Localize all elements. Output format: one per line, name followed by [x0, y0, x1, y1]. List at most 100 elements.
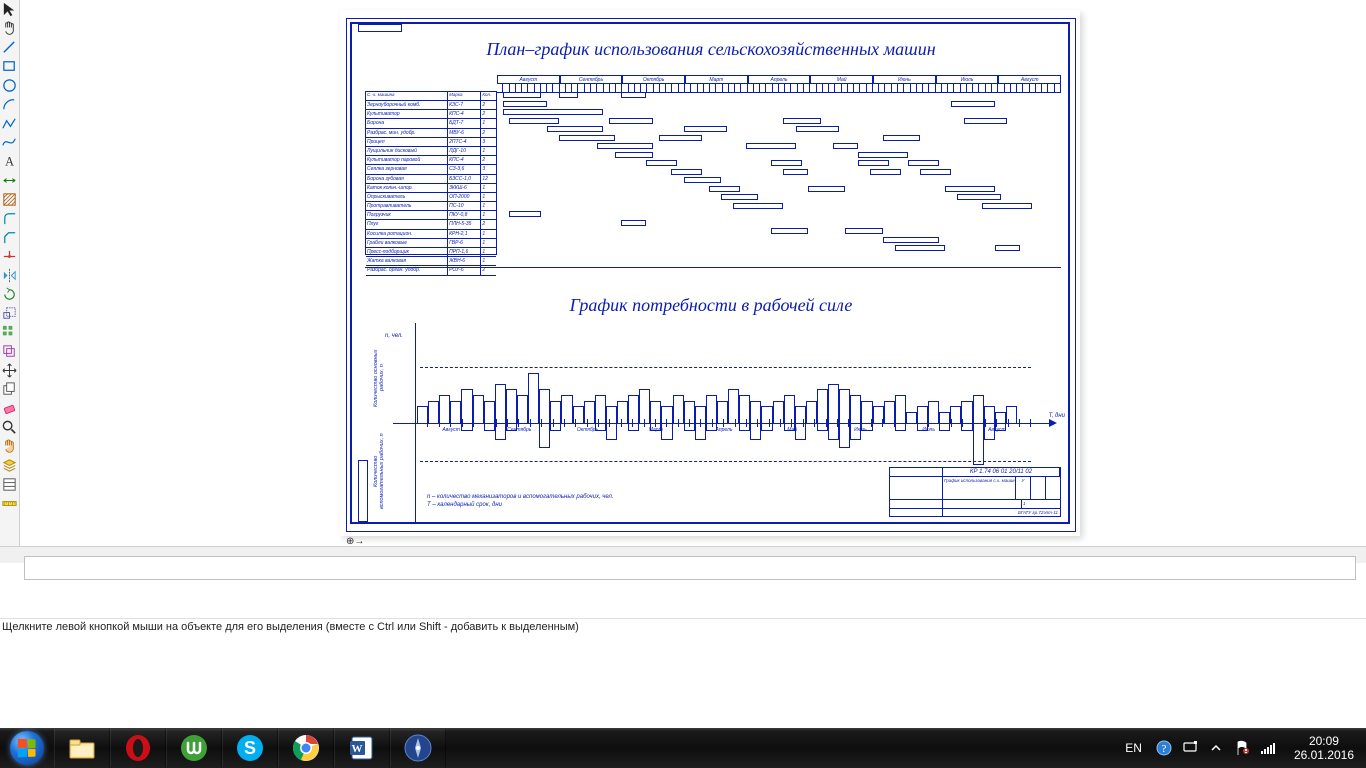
gantt-bar	[597, 143, 653, 149]
text-tool[interactable]: A	[0, 152, 18, 170]
gantt-bar	[509, 118, 559, 124]
taskbar-clock[interactable]: 20:0926.01.2016	[1286, 734, 1362, 762]
y-unit-label: n, чел.	[385, 333, 403, 339]
spline-tool[interactable]	[0, 133, 18, 151]
table-row: Лущильник дисковыйЛДГ-101	[366, 147, 496, 156]
gantt-bar	[771, 160, 802, 166]
gantt-bar	[957, 194, 1001, 200]
zoom-tool[interactable]	[0, 418, 18, 436]
gantt-bar	[771, 228, 808, 234]
gantt-bar	[982, 203, 1032, 209]
polyline-tool[interactable]	[0, 114, 18, 132]
chamfer-tool[interactable]	[0, 228, 18, 246]
x-axis-label: T, дни	[1049, 413, 1065, 419]
chart-legend: n – количество механизаторов и вспомогат…	[427, 493, 614, 509]
help-icon[interactable]: ?	[1156, 740, 1172, 756]
taskbar-skype[interactable]: S	[222, 729, 278, 767]
rotate-tool[interactable]	[0, 285, 18, 303]
table-row: Пресс-подборщикПРП-1,61	[366, 248, 496, 257]
move-tool[interactable]	[0, 361, 18, 379]
chevron-up-icon[interactable]	[1208, 740, 1224, 756]
gantt-bar	[609, 118, 653, 124]
trim-tool[interactable]	[0, 247, 18, 265]
gantt-bar	[684, 126, 728, 132]
status-bar: Щелкните левой кнопкой мыши на объекте д…	[0, 618, 1366, 635]
svg-text:W: W	[352, 743, 363, 755]
y-axis-label-up: Количество основных рабочих, n	[373, 343, 383, 413]
erase-tool[interactable]	[0, 399, 18, 417]
table-row: БоронаБДТ-71	[366, 119, 496, 128]
gantt-bar	[615, 152, 652, 158]
layers-tool[interactable]	[0, 456, 18, 474]
table-row: Культиватор паровойКПС-42	[366, 156, 496, 165]
taskbar-chrome[interactable]	[278, 729, 334, 767]
taskbar-explorer[interactable]	[54, 729, 110, 767]
table-row: ПогрузчикПКУ-0,81	[366, 211, 496, 220]
start-button[interactable]	[0, 728, 54, 768]
circle-tool[interactable]	[0, 76, 18, 94]
gantt-bar	[845, 228, 882, 234]
gantt-bar	[709, 186, 740, 192]
pan-tool[interactable]	[0, 437, 18, 455]
table-row: Борона зубоваяБЗСС-1,012	[366, 175, 496, 184]
table-row: Разбрас. мин. удобр.МВУ-62	[366, 129, 496, 138]
svg-text:S: S	[244, 738, 256, 758]
hatch-tool[interactable]	[0, 190, 18, 208]
gantt-bar	[547, 126, 603, 132]
gantt-bar	[503, 92, 540, 98]
gantt-chart: АвгустСентябрьОктябрьМартАпрельМайИюньИю…	[365, 91, 1061, 261]
table-row: ОпрыскивательОП-20001	[366, 193, 496, 202]
gantt-bar	[733, 203, 783, 209]
props-tool[interactable]	[0, 475, 18, 493]
network-icon[interactable]	[1260, 740, 1276, 756]
taskbar: S W EN ? 20:0926.01.2016	[0, 728, 1366, 768]
gantt-bar	[796, 126, 840, 132]
gantt-bar	[503, 101, 547, 107]
left-toolbar: A	[0, 0, 20, 546]
cursor-tool[interactable]	[0, 0, 18, 18]
gantt-bar	[808, 186, 845, 192]
taskbar-opera[interactable]	[110, 729, 166, 767]
language-indicator[interactable]: EN	[1121, 741, 1146, 755]
taskbar-word[interactable]: W	[334, 729, 390, 767]
table-row: Прицеп2ПТС-43	[366, 138, 496, 147]
taskbar-utorrent[interactable]	[166, 729, 222, 767]
offset-tool[interactable]	[0, 342, 18, 360]
title-block: КР 1.74 06 01 20/11 02 График использова…	[889, 467, 1061, 517]
gantt-bar	[671, 169, 702, 175]
gantt-bar	[920, 169, 951, 175]
svg-text:A: A	[5, 154, 14, 168]
measure-tool[interactable]	[0, 494, 18, 512]
gantt-bar	[646, 160, 677, 166]
action-center-icon[interactable]	[1182, 740, 1198, 756]
gantt-bar	[908, 160, 939, 166]
taskbar-kompas[interactable]	[390, 729, 446, 767]
drawing-canvas[interactable]: План–график использования сельскохозяйст…	[20, 0, 1366, 546]
mirror-tool[interactable]	[0, 266, 18, 284]
copy-tool[interactable]	[0, 380, 18, 398]
dimension-tool[interactable]	[0, 171, 18, 189]
rectangle-tool[interactable]	[0, 57, 18, 75]
hand-tool[interactable]	[0, 19, 18, 37]
gantt-bar	[721, 194, 758, 200]
gantt-bar	[503, 109, 603, 115]
gantt-bar	[895, 245, 945, 251]
line-tool[interactable]	[0, 38, 18, 56]
scale-tool[interactable]	[0, 304, 18, 322]
gantt-bar	[883, 135, 920, 141]
gantt-bar	[883, 237, 939, 243]
gantt-bar	[621, 92, 646, 98]
command-input[interactable]	[24, 556, 1356, 580]
fillet-tool[interactable]	[0, 209, 18, 227]
chart-title-2: График потребности в рабочей силе	[347, 295, 1075, 316]
flag-icon[interactable]	[1234, 740, 1250, 756]
gantt-bar	[783, 118, 820, 124]
table-row: Каток кольч.-шпор.3ККШ-61	[366, 184, 496, 193]
gantt-bar	[858, 160, 889, 166]
table-row: Сеялка зерноваяСЗ-3,63	[366, 165, 496, 174]
array-tool[interactable]	[0, 323, 18, 341]
arc-tool[interactable]	[0, 95, 18, 113]
table-row: КультиваторКПС-42	[366, 110, 496, 119]
gantt-bar	[559, 135, 615, 141]
table-row: ПротравливательПС-101	[366, 202, 496, 211]
